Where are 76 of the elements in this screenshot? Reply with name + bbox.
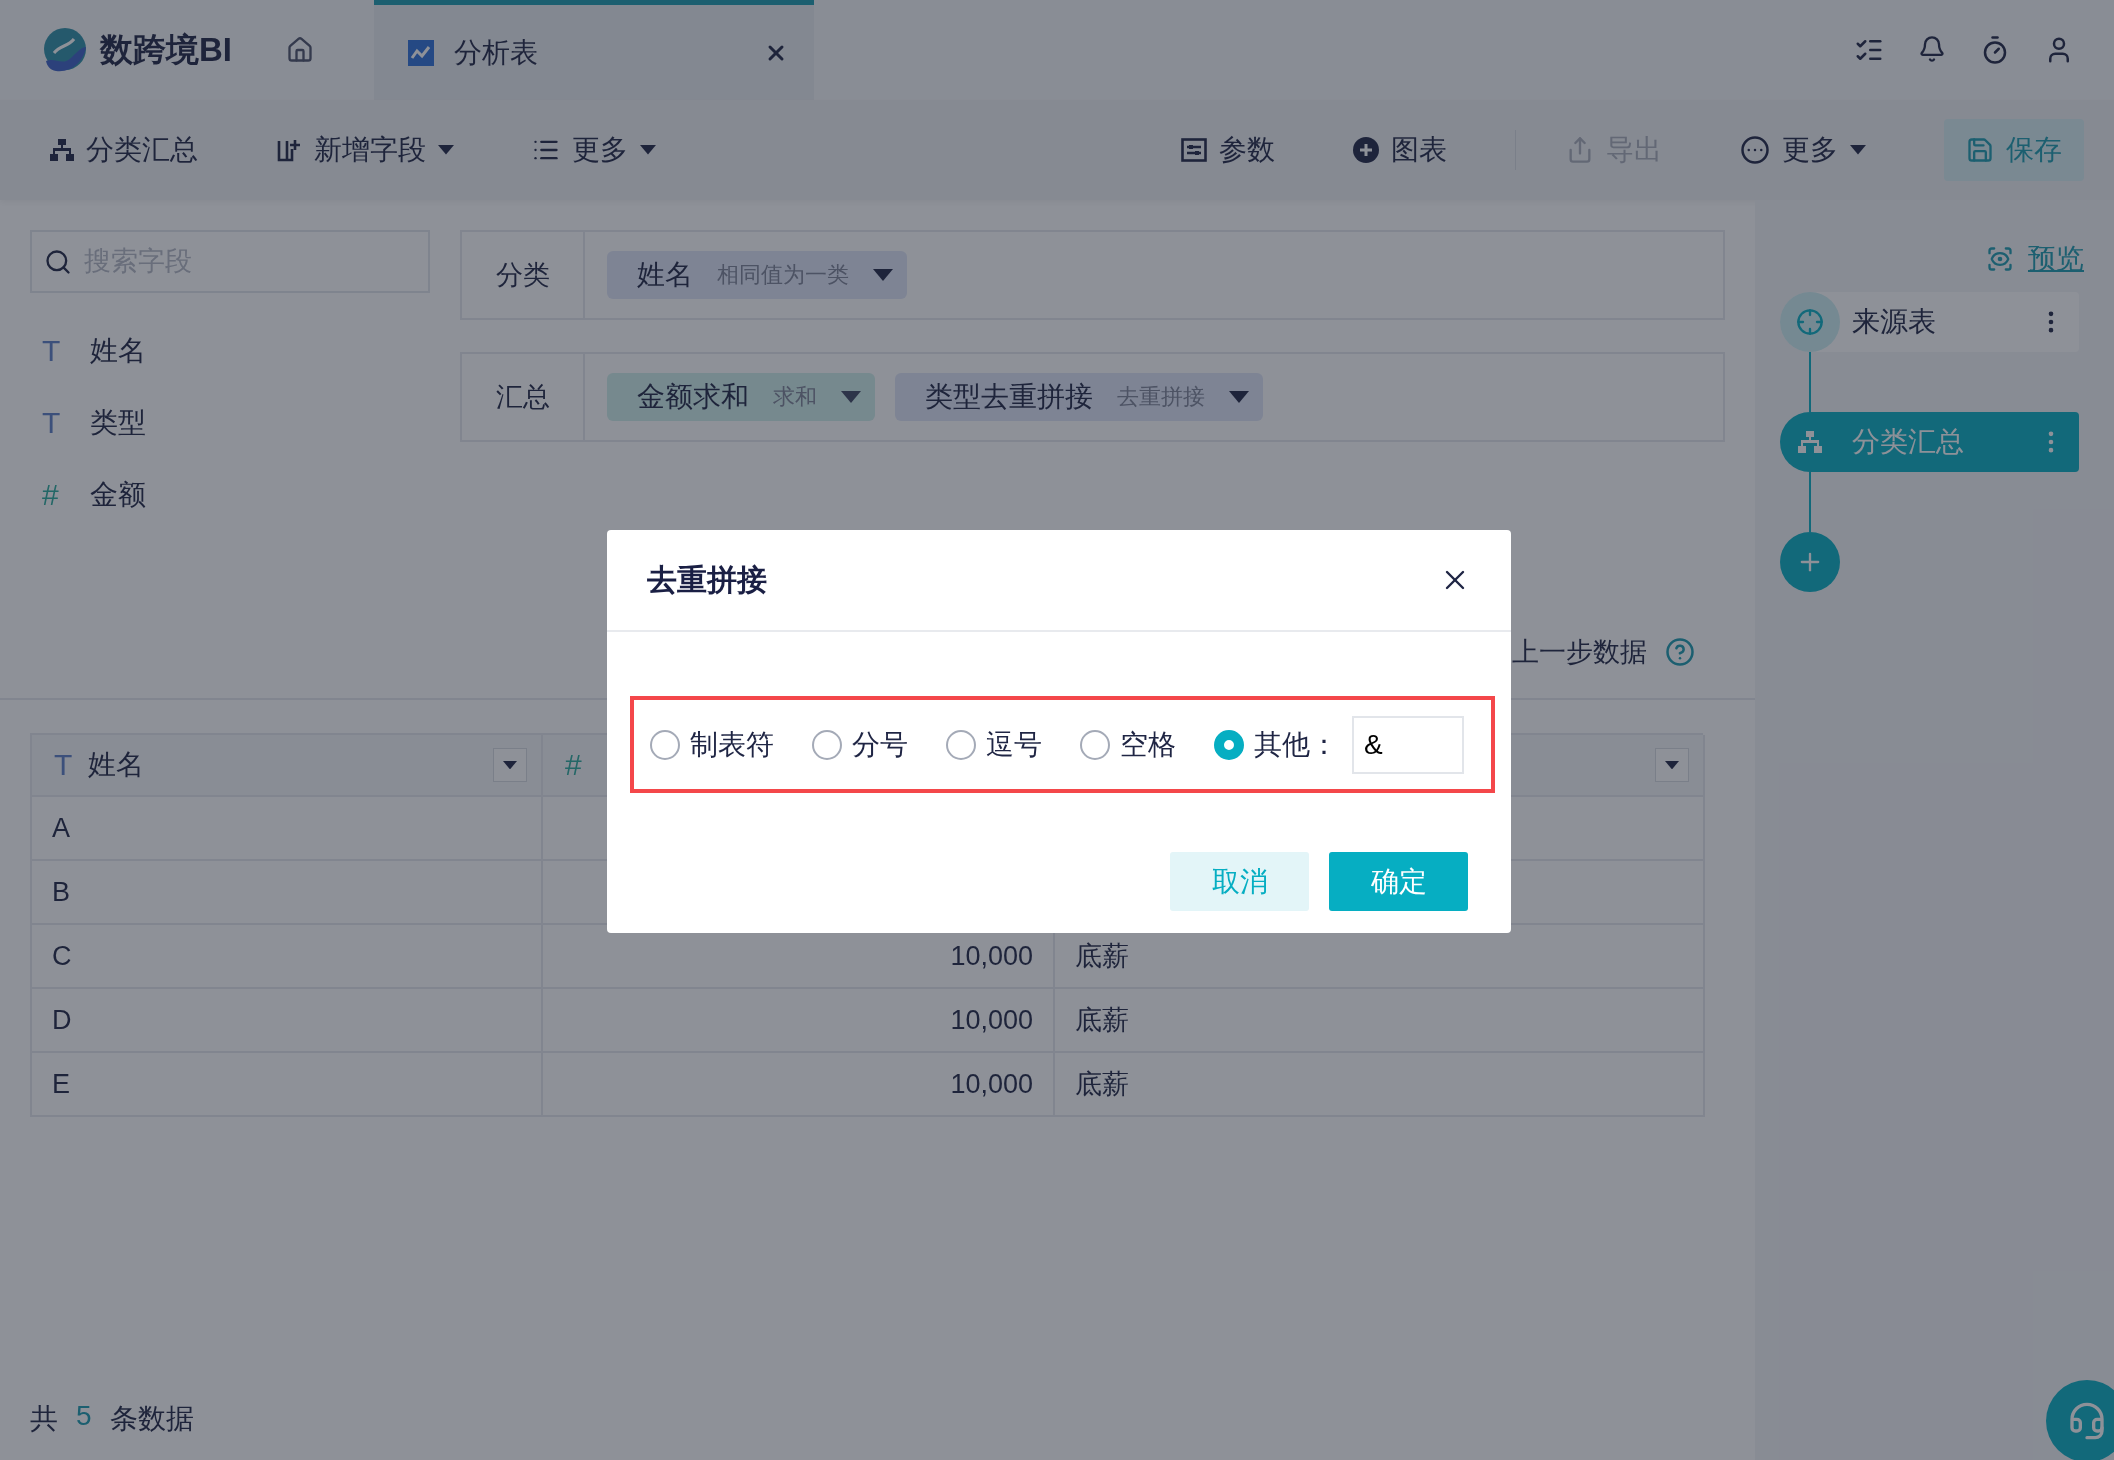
footer-text: 共 <box>30 1402 58 1436</box>
add-circle-icon <box>1353 137 1379 163</box>
table-cell: A <box>32 797 543 861</box>
chip-name: 姓名 <box>637 258 693 292</box>
radio-button[interactable] <box>650 729 680 760</box>
caret-icon <box>1665 760 1679 770</box>
column-title: 姓名 <box>88 748 144 782</box>
add-column-icon <box>276 137 302 163</box>
caret-icon <box>1229 391 1249 403</box>
caret-icon <box>640 145 656 155</box>
parameter-icon <box>1181 138 1207 162</box>
add-step-button[interactable] <box>1780 532 1840 592</box>
custom-separator-field[interactable]: & <box>1352 715 1464 774</box>
caret-icon <box>873 269 893 281</box>
column-type-mark: # <box>565 748 583 782</box>
logo-text: 数跨境BI <box>100 29 232 70</box>
hierarchy-icon <box>1798 431 1822 453</box>
toolbar-button[interactable]: 参数 <box>1181 123 1275 177</box>
home-button[interactable] <box>286 36 314 64</box>
column-menu-button[interactable] <box>1655 748 1689 782</box>
headset-icon <box>2067 1401 2107 1441</box>
field-type-mark: T <box>42 406 62 440</box>
caret-icon <box>503 760 517 770</box>
analysis-tab[interactable]: 分析表 <box>374 0 814 100</box>
chip-name: 类型去重拼接 <box>925 380 1093 414</box>
table-cell: C <box>32 925 543 989</box>
notification-button[interactable] <box>1918 35 1946 65</box>
table-cell: E <box>32 1053 543 1117</box>
toolbar-button[interactable]: 更多 <box>532 123 656 177</box>
toolbar-button[interactable]: 分类汇总 <box>50 123 198 177</box>
cancel-button[interactable]: 取消 <box>1170 852 1309 911</box>
search-icon <box>44 247 72 276</box>
row-count: 5 <box>76 1400 92 1433</box>
chip-name: 金额求和 <box>637 380 749 414</box>
dialog-title: 去重拼接 <box>647 561 768 598</box>
field-name[interactable]: 金额 <box>90 476 146 514</box>
footer-text: 条数据 <box>109 1402 194 1436</box>
caret-icon <box>1850 145 1866 155</box>
table-cell: 10,000 <box>543 1053 1055 1117</box>
toolbar-button[interactable]: 图表 <box>1353 123 1447 177</box>
save-icon <box>1966 136 1994 164</box>
field-type-mark: T <box>42 334 62 368</box>
column-type-mark: T <box>54 748 74 782</box>
hierarchy-icon <box>50 139 74 161</box>
radio-option[interactable]: 空格 <box>1080 725 1176 764</box>
table-cell: D <box>32 989 543 1053</box>
config-label: 汇总 <box>462 354 585 440</box>
toolbar-button[interactable]: 新增字段 <box>276 123 454 177</box>
crosshair-icon <box>1796 308 1824 336</box>
radio-button[interactable] <box>1214 729 1244 760</box>
chart-icon <box>408 39 434 66</box>
radio-option[interactable]: 制表符 <box>650 725 774 764</box>
table-cell: 底薪 <box>1055 1053 1705 1117</box>
radio-button[interactable] <box>946 729 976 760</box>
field-name[interactable]: 类型 <box>90 404 146 442</box>
table-cell: 10,000 <box>543 989 1055 1053</box>
more-icon <box>1740 135 1770 165</box>
help-icon[interactable] <box>1665 637 1695 667</box>
preview-icon <box>1986 245 2014 273</box>
field-type-mark: # <box>42 478 60 512</box>
config-label: 分类 <box>462 232 585 318</box>
radio-option[interactable]: 其他： <box>1214 725 1338 764</box>
hint-text: 上一步数据 <box>1512 636 1647 669</box>
field-name[interactable]: 姓名 <box>90 332 146 370</box>
caret-icon <box>841 391 861 403</box>
radio-option[interactable]: 逗号 <box>946 725 1042 764</box>
confirm-button[interactable]: 确定 <box>1329 852 1468 911</box>
column-menu-button[interactable] <box>493 748 527 782</box>
toolbar-button[interactable]: 更多 <box>1740 123 1866 177</box>
flow-node[interactable]: 来源表 <box>1780 292 2079 352</box>
caret-icon <box>438 145 454 155</box>
table-cell: B <box>32 861 543 925</box>
radio-button[interactable] <box>812 729 842 760</box>
table-cell: 底薪 <box>1055 989 1705 1053</box>
radio-option[interactable]: 分号 <box>812 725 908 764</box>
radio-button[interactable] <box>1080 729 1110 760</box>
